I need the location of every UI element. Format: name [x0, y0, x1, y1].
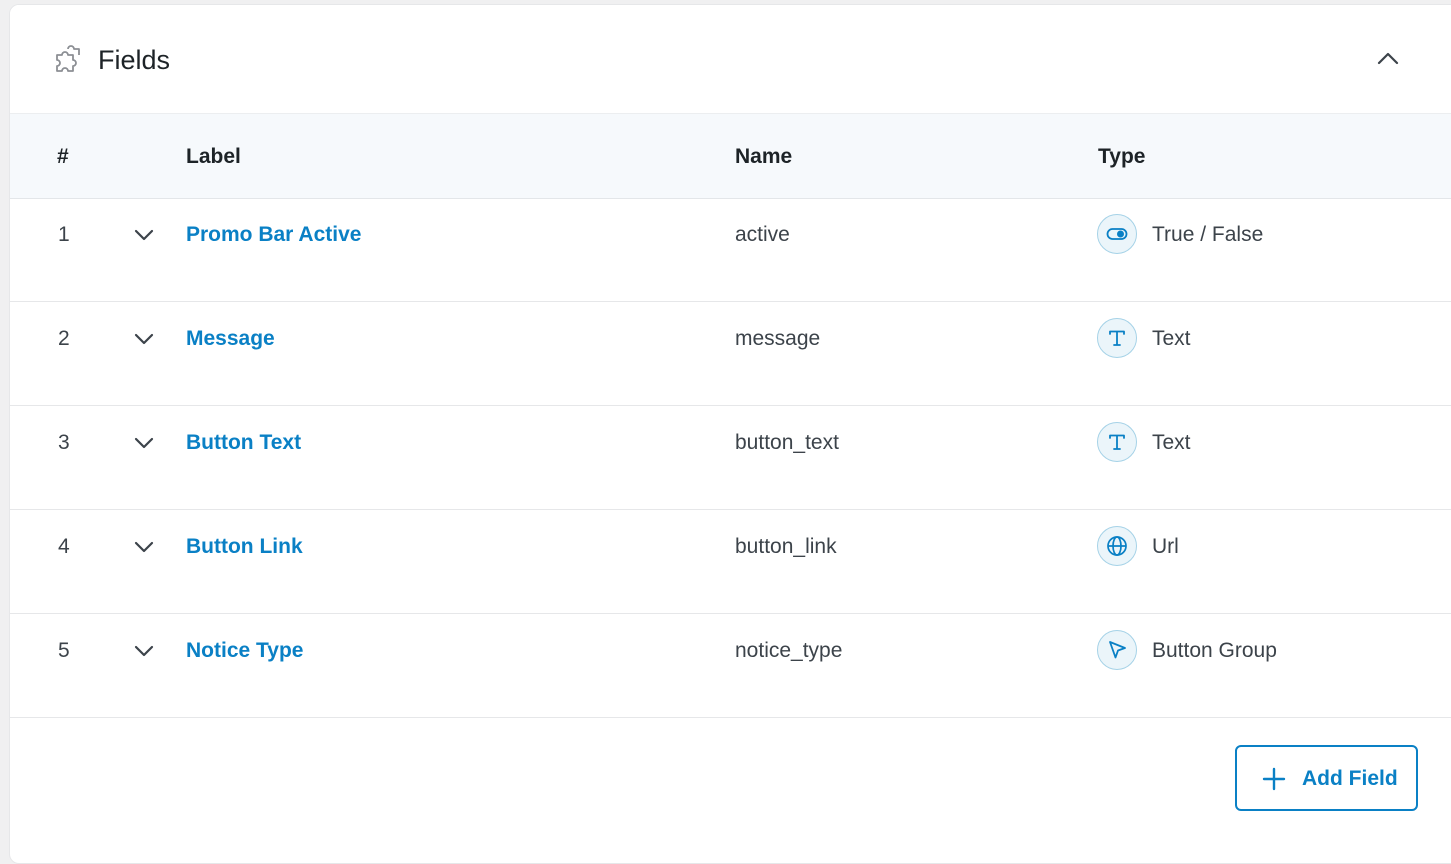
field-name: message: [735, 327, 821, 350]
add-field-label: Add Field: [1302, 767, 1398, 790]
field-type: True / False: [1152, 223, 1264, 246]
puzzle-icon: [51, 43, 85, 77]
field-name: button_text: [735, 431, 839, 454]
toggle-icon: [1097, 214, 1137, 254]
text-icon: [1097, 422, 1137, 462]
field-number: 1: [58, 223, 70, 246]
table-row[interactable]: 2 Message message Text: [10, 302, 1451, 406]
field-label-link[interactable]: Button Text: [186, 430, 301, 456]
field-type: Url: [1152, 535, 1179, 558]
table-row[interactable]: 1 Promo Bar Active active True / False: [10, 198, 1451, 302]
table-row[interactable]: 3 Button Text button_text Text: [10, 406, 1451, 510]
panel-title: Fields: [98, 45, 171, 75]
chevron-up-icon[interactable]: [1372, 43, 1404, 75]
field-name: active: [735, 223, 790, 246]
column-header-type: Type: [1098, 145, 1146, 168]
field-name: notice_type: [735, 639, 843, 662]
plus-icon: [1262, 767, 1286, 791]
column-header-label: Label: [186, 145, 241, 168]
cursor-icon: [1097, 630, 1137, 670]
text-icon: [1097, 318, 1137, 358]
field-number: 3: [58, 431, 70, 454]
field-type: Button Group: [1152, 639, 1277, 662]
chevron-down-icon[interactable]: [131, 326, 157, 352]
field-number: 5: [58, 639, 70, 662]
field-name: button_link: [735, 535, 837, 558]
field-number: 2: [58, 327, 70, 350]
table-row[interactable]: 5 Notice Type notice_type Button Group: [10, 614, 1451, 718]
chevron-down-icon[interactable]: [131, 222, 157, 248]
field-list: 1 Promo Bar Active active True / False 2…: [10, 198, 1451, 718]
chevron-down-icon[interactable]: [131, 638, 157, 664]
table-row[interactable]: 4 Button Link button_link Url: [10, 510, 1451, 614]
panel-header: Fields: [10, 5, 1451, 113]
field-label-link[interactable]: Notice Type: [186, 638, 303, 664]
field-number: 4: [58, 535, 70, 558]
globe-icon: [1097, 526, 1137, 566]
fields-panel: Fields # Label Name Type 1 Promo Bar Act…: [9, 4, 1451, 864]
chevron-down-icon[interactable]: [131, 534, 157, 560]
add-field-button[interactable]: Add Field: [1235, 745, 1418, 811]
field-label-link[interactable]: Message: [186, 326, 275, 352]
column-header-name: Name: [735, 145, 793, 168]
field-type: Text: [1152, 431, 1191, 454]
table-header: # Label Name Type: [10, 113, 1451, 199]
field-type: Text: [1152, 327, 1191, 350]
field-label-link[interactable]: Button Link: [186, 534, 303, 560]
field-label-link[interactable]: Promo Bar Active: [186, 222, 361, 248]
column-header-number: #: [57, 145, 69, 168]
chevron-down-icon[interactable]: [131, 430, 157, 456]
